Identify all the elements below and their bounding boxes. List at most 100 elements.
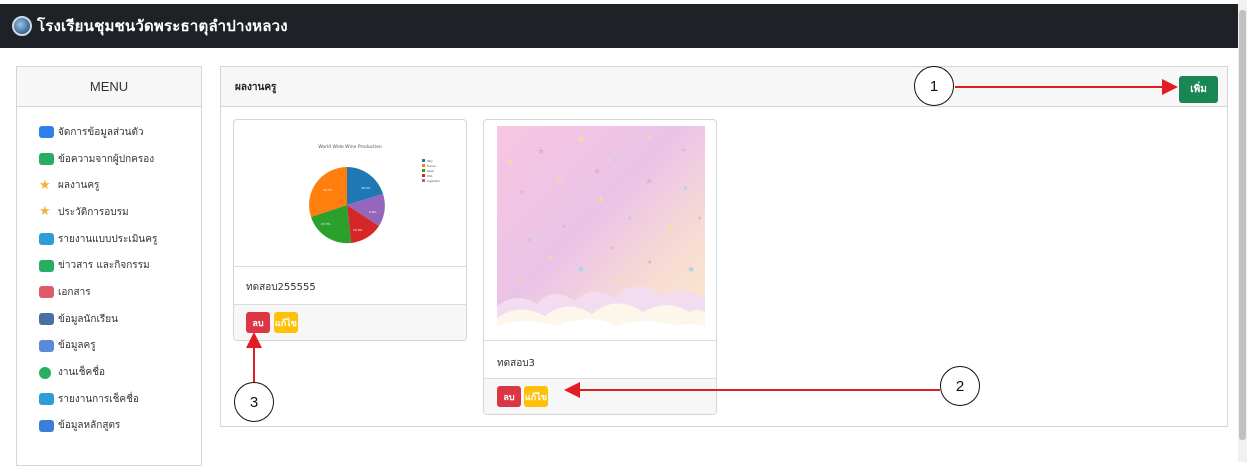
work-card: ★ ★ ★ ★ ★ ★ ★ ★ ★ ★ ★ ★ ★ ★ ★ ★ ★ ★ ★ ★ ★ ★ ★ ★ ทดสอบ3 ลบ แก้ไข [483,119,717,415]
document-icon [39,286,54,299]
sidebar-item[interactable]: ข้อความจากผู้ปกครอง [17,146,201,173]
star-decoration: ★ [537,147,545,157]
sidebar-item[interactable]: ★ ผลงานครู [17,172,201,199]
svg-text:6.8%: 6.8% [369,210,377,214]
sidebar-item-label: เอกสาร [58,286,91,298]
sidebar-item-label: ข้อมูลครู [58,340,96,352]
legend-swatch [422,169,425,172]
star-decoration: ★ [645,177,653,187]
legend-label: USA [427,174,433,178]
thumbnail-chart-title: World Wide Wine Production [318,144,382,150]
sidebar-item-label: รายงานแบบประเมินครู [58,233,158,245]
id-card-icon [39,126,54,139]
top-navbar: โรงเรียนชุมชนวัดพระธาตุลำปางหลวง [0,4,1238,48]
stars-thumbnail[interactable]: ★ ★ ★ ★ ★ ★ ★ ★ ★ ★ ★ ★ ★ ★ ★ ★ ★ ★ ★ ★ ★ ★ ★ ★ [497,126,705,336]
work-card: World Wide Wine Production 39.4% 24.7% 2… [233,119,467,341]
star-decoration: ★ [527,237,532,244]
star-decoration: ★ [697,215,702,222]
star-decoration: ★ [561,223,566,230]
svg-text:39.4%: 39.4% [361,186,371,190]
annotation-marker: 1 [914,66,954,106]
sidebar-item-label: ข่าวสาร และกิจกรรม [58,260,150,272]
menu-title: MENU [17,67,201,107]
legend-label: France [427,164,436,168]
star-decoration: ★ [687,265,695,275]
sidebar-item[interactable]: จัดการข้อมูลส่วนตัว [17,119,201,146]
star-icon: ★ [39,177,51,193]
teacher-works-panel: ผลงานครู เพิ่ม World Wide Wine Productio… [220,66,1228,427]
star-decoration: ★ [613,157,618,164]
star-decoration: ★ [557,175,562,182]
sidebar-item[interactable]: ข้อมูลหลักสูตร [17,413,201,440]
star-decoration: ★ [577,265,585,275]
svg-text:23.3%: 23.3% [321,222,331,226]
edit-button[interactable]: แก้ไข [524,386,548,407]
star-decoration: ★ [507,159,512,166]
annotation-marker: 2 [940,366,980,406]
star-decoration: ★ [597,195,605,205]
sidebar-item[interactable]: ข่าวสาร และกิจกรรม [17,252,201,279]
check-icon [39,366,51,379]
svg-text:12.9%: 12.9% [353,228,363,232]
sidebar-item[interactable]: เอกสาร [17,279,201,306]
sidebar-item-label: ข้อความจากผู้ปกครอง [58,153,155,165]
message-icon [39,259,54,272]
star-decoration: ★ [627,215,632,222]
star-decoration: ★ [667,225,675,235]
sidebar-item[interactable]: ข้อมูลนักเรียน [17,306,201,333]
sidebar-item-label: งานเช็คชื่อ [58,367,106,379]
page-scrollbar[interactable] [1238,0,1247,462]
legend-swatch [422,164,425,167]
legend-swatch [422,179,425,182]
star-decoration: ★ [547,255,552,262]
card-title: ทดสอบ3 [497,358,535,369]
sidebar-item[interactable]: งานเช็คชื่อ [17,359,201,386]
star-decoration: ★ [577,135,585,145]
card-title: ทดสอบ255555 [246,282,316,293]
star-decoration: ★ [647,135,652,142]
sidebar-item-label: รายงานการเช็คชื่อ [58,393,139,405]
star-decoration: ★ [519,189,524,196]
sidebar-item[interactable]: ข้อมูลครู [17,333,201,360]
star-decoration: ★ [593,167,601,177]
report-icon [39,393,54,406]
delete-button[interactable]: ลบ [246,312,270,333]
legend-swatch [422,159,425,162]
sidebar-item-label: ข้อมูลหลักสูตร [58,420,121,432]
message-icon [39,153,54,166]
sidebar-item[interactable]: ★ ประวัติการอบรม [17,199,201,226]
student-icon [39,313,54,326]
report-icon [39,233,54,246]
sidebar-item[interactable]: รายงานแบบประเมินครู [17,226,201,253]
legend-label: Argentina [427,179,440,183]
star-decoration: ★ [609,245,614,252]
star-decoration: ★ [681,147,686,154]
legend-swatch [422,174,425,177]
curriculum-icon [39,419,54,432]
school-name[interactable]: โรงเรียนชุมชนวัดพระธาตุลำปางหลวง [37,14,288,38]
sidebar-item-label: ประวัติการอบรม [58,206,129,218]
edit-button[interactable]: แก้ไข [274,312,298,333]
star-decoration: ★ [683,185,688,192]
panel-header: ผลงานครู เพิ่ม [221,67,1227,107]
star-decoration: ★ [647,259,652,266]
menu-list: จัดการข้อมูลส่วนตัวข้อความจากผู้ปกครอง ★ ผ… [17,107,201,439]
legend-label: Italy [427,159,433,163]
card-footer: ลบ แก้ไข [234,304,466,340]
sidebar-item-label: ข้อมูลนักเรียน [58,313,118,325]
school-logo-icon [12,16,32,36]
scrollbar-thumb[interactable] [1239,10,1246,440]
card-footer: ลบ แก้ไข [484,378,716,414]
teacher-icon [39,339,54,352]
chart-thumbnail[interactable]: World Wide Wine Production 39.4% 24.7% 2… [246,126,454,262]
legend-label: Spain [427,169,435,173]
annotation-marker: 3 [234,382,274,422]
sidebar-menu: MENU จัดการข้อมูลส่วนตัวข้อความจากผู้ปกค… [16,66,202,466]
add-button[interactable]: เพิ่ม [1179,76,1218,103]
star-decoration: ★ [617,277,622,284]
star-decoration: ★ [517,277,522,284]
delete-button[interactable]: ลบ [497,386,521,407]
star-icon: ★ [39,204,51,220]
panel-title: ผลงานครู [235,82,277,93]
sidebar-item[interactable]: รายงานการเช็คชื่อ [17,386,201,413]
